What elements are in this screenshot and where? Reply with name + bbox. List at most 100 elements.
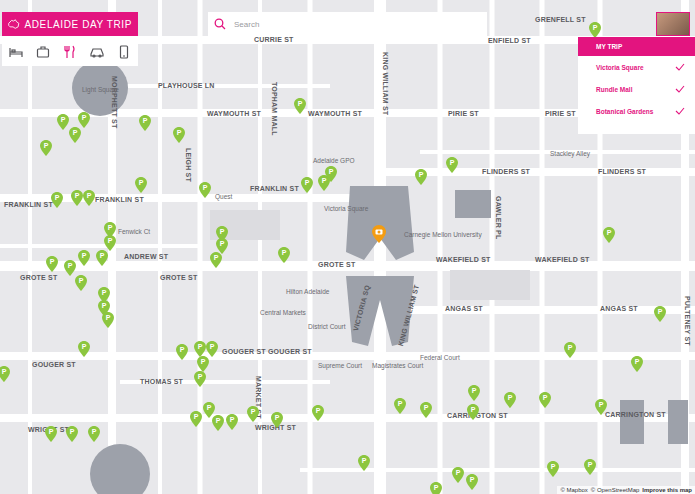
parking-pin[interactable]: P (190, 411, 202, 427)
parking-pin[interactable]: P (247, 406, 259, 422)
place-label: Magistrates Court (372, 362, 423, 369)
parking-pin[interactable]: P (312, 405, 324, 421)
parking-pin[interactable]: P (394, 398, 406, 414)
parking-pin[interactable]: P (173, 127, 185, 143)
parking-pin[interactable]: P (603, 227, 615, 243)
building (668, 400, 688, 444)
parking-pin[interactable]: P (139, 115, 151, 131)
phone-icon (117, 45, 131, 59)
parking-pin[interactable]: P (96, 250, 108, 266)
attribution-link[interactable]: Improve this map (642, 487, 692, 493)
attribution-link[interactable]: © OpenStreetMap (591, 487, 639, 493)
parking-pin[interactable]: P (468, 385, 480, 401)
parking-pin[interactable]: P (415, 169, 427, 185)
parking-pin[interactable]: P (135, 177, 147, 193)
parking-pin[interactable]: P (51, 192, 63, 208)
place-label: Light Square (82, 86, 119, 93)
place-label: Carnegie Mellon University (404, 231, 482, 238)
parking-pin[interactable]: P (271, 412, 283, 428)
parking-pin[interactable]: P (176, 344, 188, 360)
parking-pin[interactable]: P (654, 306, 666, 322)
parking-pin[interactable]: P (203, 402, 215, 418)
place-label: Quest (215, 193, 232, 200)
parking-pin[interactable]: P (212, 415, 224, 431)
tick-icon (675, 85, 685, 93)
parking-pin[interactable]: P (197, 356, 209, 372)
parking-pin[interactable]: P (358, 455, 370, 471)
parking-pin[interactable]: P (69, 127, 81, 143)
parking-pin[interactable]: P (45, 426, 57, 442)
parking-pin[interactable]: P (194, 371, 206, 387)
user-avatar[interactable] (656, 12, 690, 36)
street-label: GAWLER PL (495, 196, 502, 239)
car-icon (90, 45, 104, 59)
search-field[interactable]: Search (208, 12, 487, 36)
parking-pin[interactable]: P (294, 98, 306, 114)
parking-pin[interactable]: P (46, 256, 58, 272)
parking-pin[interactable]: P (539, 392, 551, 408)
parking-pin[interactable]: P (325, 166, 337, 182)
parking-pin[interactable]: P (83, 190, 95, 206)
parking-pin[interactable]: P (467, 404, 479, 420)
parking-pin[interactable]: P (589, 22, 601, 38)
street-label: CURRIE ST (254, 36, 294, 43)
category-button[interactable] (9, 45, 23, 59)
parking-pin[interactable]: P (194, 341, 206, 357)
parking-pin[interactable]: P (504, 392, 516, 408)
category-button[interactable] (63, 45, 77, 59)
parking-pin[interactable]: P (564, 342, 576, 358)
map[interactable]: CURRIE STENFIELD STGRENFELL STPLAYHOUSE … (0, 0, 695, 494)
parking-pin[interactable]: P (466, 474, 478, 490)
trip-item[interactable]: Botanical Gardens (578, 100, 695, 122)
parking-pin[interactable]: P (78, 341, 90, 357)
category-button[interactable] (117, 45, 131, 59)
trip-item[interactable]: Rundle Mall (578, 78, 695, 100)
street-label: ANDREW ST (124, 253, 168, 260)
trip-item[interactable]: Victoria Square (578, 56, 695, 78)
street-label: FLINDERS ST (482, 168, 530, 175)
trip-title: MY TRIP (578, 37, 695, 56)
street-label: ANGAS ST (600, 305, 638, 312)
parking-pin[interactable]: P (0, 366, 10, 382)
parking-pin[interactable]: P (66, 426, 78, 442)
street-label: WAYMOUTH ST (207, 110, 261, 117)
parking-pin[interactable]: P (40, 140, 52, 156)
parking-pin[interactable]: P (71, 190, 83, 206)
street-label: FRANKLIN ST (250, 185, 299, 192)
parking-pin[interactable]: P (88, 426, 100, 442)
parking-pin[interactable]: P (430, 482, 442, 494)
parking-pin[interactable]: P (75, 275, 87, 291)
parking-pin[interactable]: P (446, 157, 458, 173)
road (0, 352, 695, 360)
parking-pin[interactable]: P (595, 399, 607, 415)
luggage-icon (36, 45, 50, 59)
selected-place-pin[interactable] (372, 225, 386, 243)
category-button[interactable] (36, 45, 50, 59)
trip-panel: MY TRIP Victoria Square Rundle Mall Bota… (578, 37, 695, 134)
parking-pin[interactable]: P (104, 235, 116, 251)
parking-pin[interactable]: P (547, 461, 559, 477)
parking-pin[interactable]: P (78, 250, 90, 266)
parking-pin[interactable]: P (206, 341, 218, 357)
parking-pin[interactable]: P (199, 182, 211, 198)
app-header[interactable]: ADELAIDE DAY TRIP (2, 12, 138, 36)
parking-pin[interactable]: P (216, 238, 228, 254)
parking-pin[interactable]: P (420, 402, 432, 418)
parking-pin[interactable]: P (226, 414, 238, 430)
parking-pin[interactable]: P (102, 312, 114, 328)
building (620, 400, 644, 444)
parking-pin[interactable]: P (64, 260, 76, 276)
building (450, 270, 530, 300)
parking-pin[interactable]: P (57, 114, 69, 130)
attribution-link[interactable]: © Mapbox (560, 487, 587, 493)
parking-pin[interactable]: P (278, 247, 290, 263)
place-label: Supreme Court (318, 362, 362, 369)
parking-pin[interactable]: P (584, 459, 596, 475)
parking-pin[interactable]: P (210, 252, 222, 268)
street-label: KING WILLIAM ST (382, 52, 389, 115)
parking-pin[interactable]: P (631, 356, 643, 372)
parking-pin[interactable]: P (452, 467, 464, 483)
category-button[interactable] (90, 45, 104, 59)
parking-pin[interactable]: P (301, 177, 313, 193)
parking-pin[interactable]: P (78, 112, 90, 128)
